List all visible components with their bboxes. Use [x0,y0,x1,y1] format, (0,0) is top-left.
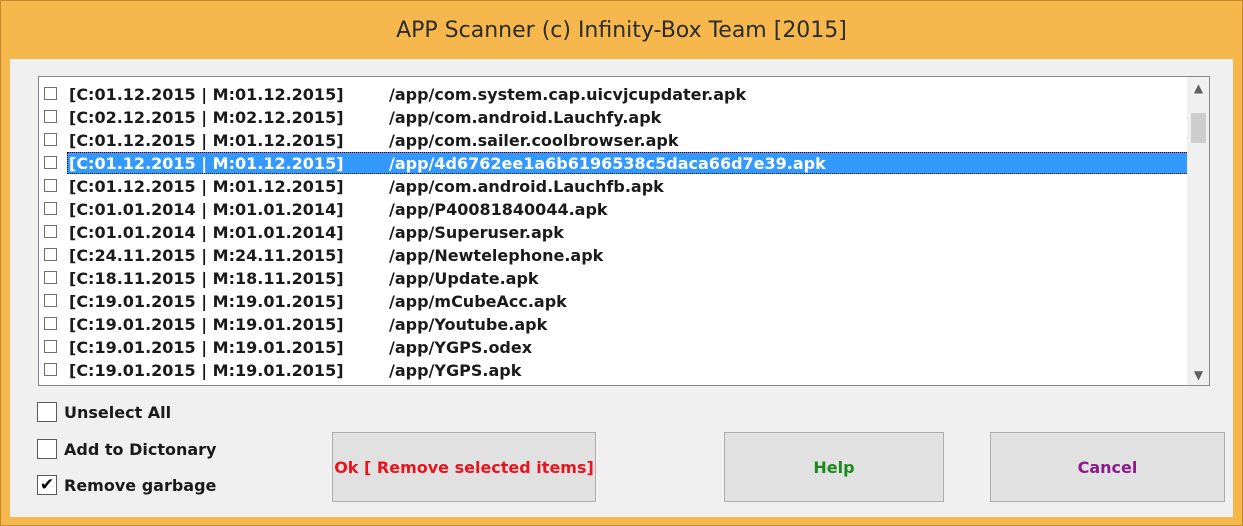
list-item[interactable]: [C:19.01.2015 | M:19.01.2015] /app/YGPS.a… [39,359,1189,382]
list-item-dates: [C:01.01.2014 | M:01.01.2014] [69,200,344,219]
add-to-dictionary-label: Add to Dictonary [64,439,217,459]
apk-list-rows: [C:01.12.2015 | M:01.12.2015] /app/com.sy… [39,83,1191,382]
list-item[interactable]: [C:19.01.2015 | M:19.01.2015] /app/mCubeA… [39,290,1189,313]
list-item-path: /app/P40081840044.apk [389,200,608,219]
chevron-down-icon[interactable]: ▼ [1188,364,1209,385]
list-item[interactable]: [C:01.01.2014 | M:01.01.2014] /app/P40081… [39,198,1189,221]
list-item-dates: [C:19.01.2015 | M:19.01.2015] [69,315,344,334]
add-to-dictionary-checkbox[interactable] [37,439,57,459]
list-item-checkbox[interactable] [44,340,57,353]
list-item-path: /app/com.sailer.coolbrowser.apk [389,131,679,150]
list-item-checkbox[interactable] [44,248,57,261]
list-item-checkbox[interactable] [44,271,57,284]
list-item[interactable]: [C:01.01.2014 | M:01.01.2014] /app/Superu… [39,221,1189,244]
remove-garbage-label: Remove garbage [64,475,217,495]
list-item-dates: [C:01.01.2014 | M:01.01.2014] [69,223,344,242]
list-item-checkbox[interactable] [44,317,57,330]
list-item-checkbox[interactable] [44,179,57,192]
list-item[interactable]: [C:02.12.2015 | M:02.12.2015] /app/com.an… [39,106,1189,129]
list-item-dates: [C:02.12.2015 | M:02.12.2015] [69,108,344,127]
list-item-path: /app/4d6762ee1a6b6196538c5daca66d7e39.ap… [389,154,826,173]
list-item[interactable]: [C:19.01.2015 | M:19.01.2015] /app/YGPS.o… [39,336,1189,359]
list-item-checkbox[interactable] [44,294,57,307]
list-item[interactable]: [C:18.11.2015 | M:18.11.2015] /app/Update… [39,267,1189,290]
list-item-checkbox[interactable] [44,363,57,376]
list-item-path: /app/Youtube.apk [389,315,548,334]
list-item-path: /app/Newtelephone.apk [389,246,604,265]
list-item-dates: [C:19.01.2015 | M:19.01.2015] [69,338,344,357]
unselect-all-checkbox[interactable] [37,402,57,422]
list-item-dates: [C:19.01.2015 | M:19.01.2015] [69,361,344,380]
apk-listbox[interactable]: [C:01.12.2015 | M:01.12.2015] /app/com.sy… [38,76,1210,386]
app-scanner-window: APP Scanner (c) Infinity-Box Team [2015]… [0,0,1243,526]
list-item[interactable]: [C:01.12.2015 | M:01.12.2015] /app/com.sy… [39,83,1189,106]
list-item[interactable]: [C:01.12.2015 | M:01.12.2015] /app/4d6762… [39,152,1191,175]
unselect-all-option[interactable]: Unselect All [37,402,171,422]
cancel-button-label: Cancel [1077,457,1138,477]
list-item[interactable]: [C:01.12.2015 | M:01.12.2015] /app/com.an… [39,175,1189,198]
list-item[interactable]: [C:19.01.2015 | M:19.01.2015] /app/Youtub… [39,313,1189,336]
list-item-path: /app/com.android.Lauchfy.apk [389,108,662,127]
dialog-body: [C:01.12.2015 | M:01.12.2015] /app/com.sy… [10,59,1233,517]
help-button[interactable]: Help [724,432,944,502]
list-item-dates: [C:01.12.2015 | M:01.12.2015] [69,131,344,150]
list-item-path: /app/com.android.Lauchfb.apk [389,177,664,196]
chevron-up-icon[interactable]: ▲ [1188,77,1209,98]
list-item-checkbox[interactable] [44,202,57,215]
list-item-checkbox[interactable] [44,156,57,169]
add-to-dictionary-option[interactable]: Add to Dictonary [37,439,216,459]
remove-garbage-checkbox[interactable]: ✔ [37,475,57,495]
help-button-label: Help [813,457,855,477]
list-item-checkbox[interactable] [44,225,57,238]
list-item-path: /app/com.system.cap.uicvjcupdater.apk [389,85,747,104]
list-item-path: /app/YGPS.odex [389,338,533,357]
window-title: APP Scanner (c) Infinity-Box Team [2015] [396,17,847,43]
list-item-dates: [C:19.01.2015 | M:19.01.2015] [69,292,344,311]
list-item-dates: [C:01.12.2015 | M:01.12.2015] [69,177,344,196]
list-item[interactable]: [C:01.12.2015 | M:01.12.2015] /app/com.sa… [39,129,1189,152]
list-item-dates: [C:01.12.2015 | M:01.12.2015] [69,85,344,104]
scrollbar-thumb[interactable] [1191,113,1206,143]
list-item-path: /app/YGPS.apk [389,361,522,380]
vertical-scrollbar[interactable]: ▲ ▼ [1187,77,1209,385]
list-item-checkbox[interactable] [44,133,57,146]
list-item-checkbox[interactable] [44,110,57,123]
ok-button-label: Ok [ Remove selected items] [334,457,594,477]
list-item-dates: [C:01.12.2015 | M:01.12.2015] [69,154,344,173]
list-item-dates: [C:18.11.2015 | M:18.11.2015] [69,269,344,288]
remove-garbage-option[interactable]: ✔ Remove garbage [37,475,216,495]
unselect-all-label: Unselect All [64,402,172,422]
list-item[interactable]: [C:24.11.2015 | M:24.11.2015] /app/Newtel… [39,244,1189,267]
ok-remove-selected-button[interactable]: Ok [ Remove selected items] [332,432,596,502]
list-item-checkbox[interactable] [44,87,57,100]
list-item-path: /app/mCubeAcc.apk [389,292,567,311]
list-item-path: /app/Superuser.apk [389,223,564,242]
title-bar[interactable]: APP Scanner (c) Infinity-Box Team [2015] [1,1,1242,59]
list-item-path: /app/Update.apk [389,269,539,288]
cancel-button[interactable]: Cancel [990,432,1225,502]
list-item-dates: [C:24.11.2015 | M:24.11.2015] [69,246,344,265]
